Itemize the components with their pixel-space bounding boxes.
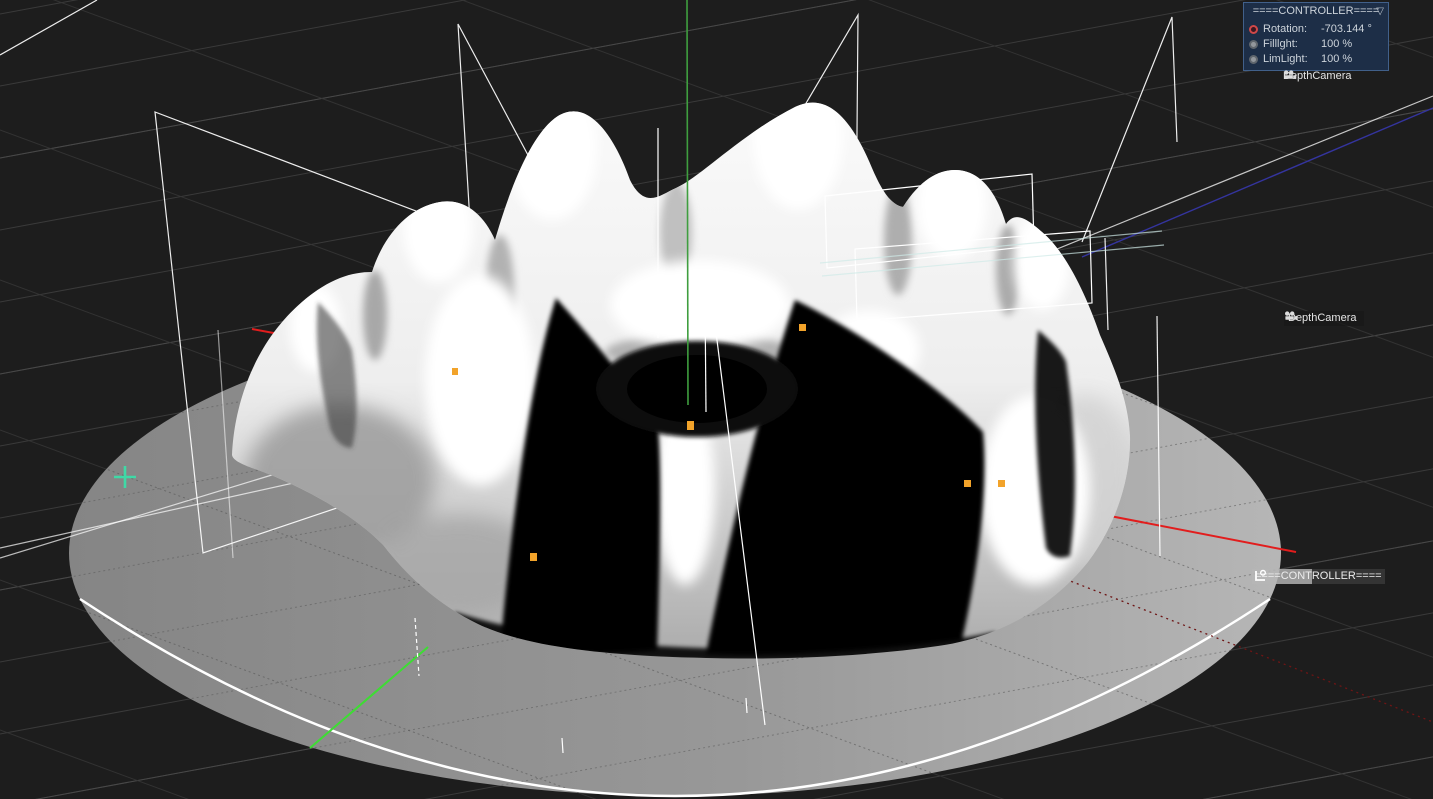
object-handle-dot[interactable] xyxy=(964,480,971,487)
y-axis-green-line xyxy=(687,0,688,405)
hud-title: ====CONTROLLER==== xyxy=(1253,5,1380,17)
keyframe-circle-icon[interactable] xyxy=(1249,40,1258,49)
hud-row-filllight: Filllght: 100 % xyxy=(1249,38,1383,50)
controller-null-label[interactable]: ====CONTROLLER==== xyxy=(1252,569,1390,584)
object-handle-dot[interactable] xyxy=(799,324,806,331)
scene-canvas xyxy=(0,0,1433,799)
limlight-value[interactable]: 100 % xyxy=(1321,53,1352,66)
3d-viewport[interactable]: ====CONTROLLER==== ▽ Rotation: -703.144 … xyxy=(0,0,1433,799)
object-handle-dot[interactable] xyxy=(687,421,694,430)
filllight-label: Filllght: xyxy=(1263,38,1316,51)
depth-camera-text: DepthCamera xyxy=(1288,312,1356,325)
hud-row-limlight: LimLight: 100 % xyxy=(1249,53,1383,65)
rotation-value[interactable]: -703.144 ° xyxy=(1321,23,1372,36)
filllight-value[interactable]: 100 % xyxy=(1321,38,1352,51)
depth-camera-label-mid[interactable]: DepthCamera xyxy=(1284,311,1364,326)
depth-camera-label-top[interactable]: DepthCamera xyxy=(1283,70,1355,83)
object-handle-dot[interactable] xyxy=(998,480,1005,487)
object-handle-dot[interactable] xyxy=(452,368,458,375)
controller-hud-panel[interactable]: ====CONTROLLER==== ▽ Rotation: -703.144 … xyxy=(1243,2,1389,71)
collapse-triangle-icon[interactable]: ▽ xyxy=(1376,5,1384,18)
hud-row-rotation: Rotation: -703.144 ° xyxy=(1249,23,1383,35)
keyframe-circle-icon[interactable] xyxy=(1249,55,1258,64)
controller-null-text: ====CONTROLLER==== xyxy=(1252,569,1385,584)
limlight-label: LimLight: xyxy=(1263,53,1316,66)
object-handle-dot[interactable] xyxy=(530,553,537,561)
keyframe-circle-icon[interactable] xyxy=(1249,25,1258,34)
hud-title-row[interactable]: ====CONTROLLER==== ▽ xyxy=(1249,5,1383,20)
rotation-label: Rotation: xyxy=(1263,23,1316,36)
